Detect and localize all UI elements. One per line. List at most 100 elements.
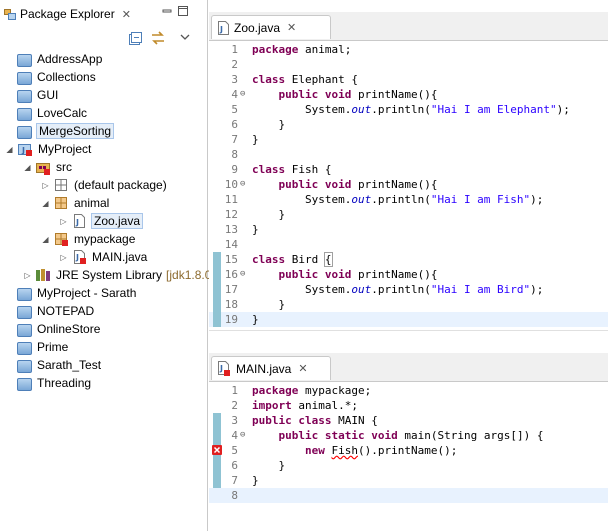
tree-item[interactable]: ▷ J Zoo.java (59, 212, 144, 230)
link-with-editor-icon[interactable] (150, 31, 166, 45)
tree-item[interactable]: Collections (5, 68, 96, 86)
tree-item-label: OnlineStore (37, 322, 101, 336)
maximize-icon[interactable] (178, 6, 188, 16)
code-line[interactable]: 4 ⊖ public void printName(){ (209, 87, 608, 102)
code-text: class Elephant { (252, 73, 358, 86)
code-line[interactable]: 17 System.out.println("Hai I am Bird"); (209, 282, 608, 297)
line-number: 4 (231, 88, 238, 101)
package-explorer-tab[interactable]: Package Explorer ✕ (0, 2, 135, 26)
code-line[interactable]: 11 System.out.println("Hai I am Fish"); (209, 192, 608, 207)
code-line[interactable]: 6 } (209, 117, 608, 132)
collapse-toggle-icon[interactable]: ▷ (59, 253, 68, 262)
tree-item[interactable]: ◢ src (23, 158, 72, 176)
code-line[interactable]: 6 } (209, 458, 608, 473)
collapse-toggle-icon[interactable]: ▷ (41, 181, 50, 190)
code-text: import animal.*; (252, 399, 358, 412)
tree-item[interactable]: OnlineStore (5, 320, 100, 338)
close-icon[interactable]: ✕ (122, 8, 131, 21)
code-line[interactable]: 2 (209, 57, 608, 72)
code-line[interactable]: 1 package mypackage; (209, 383, 608, 398)
code-line[interactable]: 13} (209, 222, 608, 237)
tree-item[interactable]: Prime (5, 338, 68, 356)
code-line[interactable]: 8 (209, 488, 608, 503)
code-line[interactable]: 18 } (209, 297, 608, 312)
tree-item[interactable]: ▷ J MAIN.java (59, 248, 147, 266)
code-line[interactable]: 14 (209, 237, 608, 252)
gutter: 2 (209, 57, 251, 72)
code-text: package mypackage; (252, 384, 372, 397)
expand-toggle-icon[interactable]: ◢ (5, 145, 14, 154)
java-project-icon: J (18, 144, 32, 156)
code-text: class Bird { (252, 252, 333, 267)
line-number: 1 (231, 384, 238, 397)
tree-item[interactable]: Threading (5, 374, 91, 392)
code-line[interactable]: 7} (209, 473, 608, 488)
code-line[interactable]: 7} (209, 132, 608, 147)
code-line[interactable]: 16 ⊖ public void printName(){ (209, 267, 608, 282)
tree-item[interactable]: ▷ JRE System Library [jdk1.8.0_ (23, 266, 218, 284)
tab-main-java[interactable]: J MAIN.java ✕ (211, 356, 331, 380)
collapse-all-icon[interactable] (129, 32, 142, 45)
line-number: 11 (224, 193, 238, 206)
fold-toggle-icon[interactable]: ⊖ (240, 87, 245, 102)
tree-item[interactable]: ◢ J MyProject (5, 140, 91, 158)
code-line[interactable]: 15 class Bird { (209, 252, 608, 267)
svg-text:J: J (21, 146, 25, 155)
tab-zoo-java[interactable]: J Zoo.java ✕ (211, 15, 331, 39)
expand-toggle-icon[interactable]: ◢ (41, 235, 50, 244)
package-explorer-tabbar: Package Explorer ✕ (0, 0, 207, 27)
tree-item[interactable]: GUI (5, 86, 58, 104)
line-number: 14 (224, 238, 238, 251)
expand-toggle-icon[interactable]: ◢ (41, 199, 50, 208)
tree-item[interactable]: MergeSorting (5, 122, 115, 140)
view-menu-icon[interactable] (180, 34, 190, 41)
java-file-icon: J (218, 20, 229, 35)
svg-text:J: J (75, 218, 79, 227)
code-text: } (252, 133, 259, 146)
tree-item[interactable]: Sarath_Test (5, 356, 101, 374)
change-marker (213, 297, 221, 312)
line-number: 19 (224, 313, 238, 326)
code-line[interactable]: 3 class Elephant { (209, 72, 608, 87)
code-line[interactable]: 19} (209, 312, 608, 327)
folder-icon (17, 107, 32, 121)
fold-toggle-icon[interactable]: ⊖ (240, 267, 245, 282)
fold-toggle-icon[interactable]: ⊖ (240, 177, 245, 192)
code-line[interactable]: 3 public class MAIN { (209, 413, 608, 428)
minimize-icon[interactable] (162, 6, 172, 16)
tree-item[interactable]: ▷ (default package) (41, 176, 166, 194)
code-line[interactable]: 5 System.out.println("Hai I am Elephant"… (209, 102, 608, 117)
code-line[interactable]: 12 } (209, 207, 608, 222)
folder-icon (17, 89, 32, 103)
line-number: 8 (231, 148, 238, 161)
tree-item[interactable]: ◢ animal (41, 194, 109, 212)
code-line[interactable]: 4 ⊖ public static void main(String args[]… (209, 428, 608, 443)
code-line[interactable]: 5 new Fish().printName(); (209, 443, 608, 458)
folder-icon (17, 323, 32, 337)
expand-toggle-icon[interactable]: ◢ (23, 163, 32, 172)
code-line[interactable]: 10 ⊖ public void printName(){ (209, 177, 608, 192)
main-editor: J MAIN.java ✕ 1 package mypackage; 2 import… (209, 353, 608, 531)
code-line[interactable]: 2 import animal.*; (209, 398, 608, 413)
tree-item[interactable]: NOTEPAD (5, 302, 94, 320)
gutter: 16 ⊖ (209, 267, 251, 282)
tree-item[interactable]: MyProject - Sarath (5, 284, 136, 302)
tree-item[interactable]: ◢ mypackage (41, 230, 135, 248)
gutter: 4 ⊖ (209, 87, 251, 102)
empty-package-icon (55, 179, 67, 191)
tree-item-label: src (56, 160, 72, 174)
close-icon[interactable]: ✕ (298, 362, 307, 375)
tree-item[interactable]: LoveCalc (5, 104, 87, 122)
horizontal-scrollbar[interactable] (209, 330, 608, 343)
gutter: 7 (209, 473, 251, 488)
code-line[interactable]: 9 class Fish { (209, 162, 608, 177)
fold-toggle-icon[interactable]: ⊖ (240, 428, 245, 443)
tree-item-label: GUI (37, 88, 59, 102)
close-icon[interactable]: ✕ (287, 21, 296, 34)
tree-item[interactable]: AddressApp (5, 50, 102, 68)
line-number: 15 (224, 253, 238, 266)
collapse-toggle-icon[interactable]: ▷ (59, 217, 68, 226)
code-line[interactable]: 8 (209, 147, 608, 162)
collapse-toggle-icon[interactable]: ▷ (23, 271, 32, 280)
code-line[interactable]: 1 package animal; (209, 42, 608, 57)
